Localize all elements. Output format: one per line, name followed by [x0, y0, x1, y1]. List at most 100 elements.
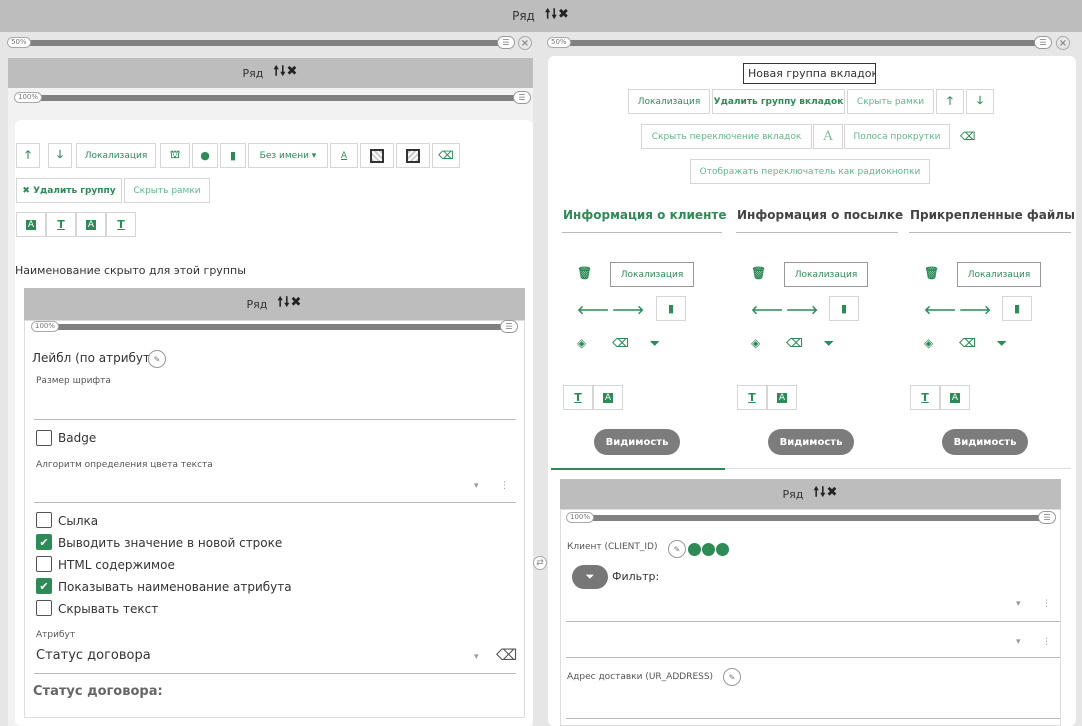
- tab1-text-underline-icon[interactable]: T: [563, 385, 593, 410]
- text-underline-icon[interactable]: T: [46, 212, 76, 237]
- newline-checkbox[interactable]: ✔: [36, 534, 52, 550]
- tab-attached-files[interactable]: Прикрепленные файлы: [910, 208, 1075, 222]
- info-icon[interactable]: ●: [192, 143, 218, 168]
- attribute-chevron-icon[interactable]: ▾: [474, 652, 479, 662]
- right-move-up-button[interactable]: 🡑: [936, 89, 964, 114]
- left-width-bar[interactable]: [8, 40, 513, 46]
- hide-frames-right-button[interactable]: Скрыть рамки: [847, 89, 934, 114]
- hide-tab-switch-button[interactable]: Скрыть переключение вкладок: [641, 124, 812, 149]
- arrow-left-icon[interactable]: 🡐: [577, 302, 609, 317]
- filter-toggle-button[interactable]: ⏷: [572, 565, 608, 589]
- eye-slash-icon[interactable]: ◈: [924, 336, 933, 350]
- filter-icon[interactable]: ⏷: [824, 336, 834, 351]
- tab3-lock-icon[interactable]: ▮: [1002, 296, 1032, 321]
- tab1-lock-icon[interactable]: ▮: [656, 296, 686, 321]
- color-algo-chevron-icon[interactable]: ▾: [474, 481, 479, 491]
- eye-slash-icon[interactable]: ◈: [577, 336, 586, 350]
- filter-chevron-icon[interactable]: ▾: [1016, 599, 1021, 609]
- right-move-down-button[interactable]: 🡓: [966, 89, 994, 114]
- filter-icon[interactable]: ⏷: [997, 336, 1007, 351]
- tab3-text-style-icon[interactable]: A: [940, 385, 970, 410]
- left-close-icon[interactable]: ×: [518, 36, 532, 50]
- attribute-select[interactable]: [34, 673, 516, 674]
- filter-menu-icon[interactable]: ⋮: [1042, 599, 1051, 609]
- move-delete-icons[interactable]: 🠕🠗✖: [545, 5, 570, 27]
- tab2-lock-icon[interactable]: ▮: [829, 296, 859, 321]
- color-algo-menu-icon[interactable]: ⋮: [500, 481, 509, 491]
- move-down-button[interactable]: 🡓: [48, 143, 72, 168]
- noname-dropdown[interactable]: Без имени ▾: [248, 143, 328, 168]
- label-underline-icon[interactable]: T: [106, 212, 136, 237]
- right-width-bar[interactable]: [548, 40, 1048, 46]
- tab3-text-underline-icon[interactable]: T: [910, 385, 940, 410]
- tab3-localization-button[interactable]: Локализация: [957, 262, 1041, 287]
- right-menu-icon[interactable]: ☰: [1034, 36, 1052, 49]
- attribute-eraser-icon[interactable]: ⌫: [496, 646, 517, 664]
- address-edit-icon[interactable]: ✎: [723, 668, 741, 686]
- client-edit-icon[interactable]: ✎: [668, 540, 686, 558]
- radio-switch-button[interactable]: Отображать переключатель как радиокнопки: [690, 159, 930, 184]
- trash-icon[interactable]: 🗑: [577, 266, 592, 280]
- trash-icon[interactable]: 🗑: [751, 266, 766, 280]
- move-up-button[interactable]: 🡑: [16, 143, 40, 168]
- show-attr-name-checkbox[interactable]: ✔: [36, 578, 52, 594]
- right-close-icon[interactable]: ×: [1056, 36, 1070, 50]
- arrow-right-icon[interactable]: 🡒: [959, 302, 991, 317]
- left-row-menu-icon[interactable]: ☰: [513, 91, 531, 104]
- arrow-right-icon[interactable]: 🡒: [612, 302, 644, 317]
- tab1-localization-button[interactable]: Локализация: [610, 262, 694, 287]
- tab2-text-underline-icon[interactable]: T: [737, 385, 767, 410]
- right-inner-row-bar[interactable]: [567, 515, 1047, 521]
- filter-icon[interactable]: ⏷: [650, 336, 660, 351]
- html-checkbox[interactable]: [36, 556, 52, 572]
- address-input[interactable]: [566, 718, 1060, 719]
- client-action-icons[interactable]: [688, 543, 729, 556]
- client-select[interactable]: [566, 657, 1060, 658]
- inner-row-menu-icon[interactable]: ☰: [500, 320, 518, 333]
- group-name-input[interactable]: Новая группа вкладок: [743, 63, 876, 84]
- link-icon[interactable]: [688, 543, 701, 556]
- tab3-visibility-button[interactable]: Видимость: [942, 429, 1028, 455]
- trash-icon[interactable]: 🗑: [924, 266, 939, 280]
- font-size-input[interactable]: [34, 419, 516, 420]
- client-menu-icon[interactable]: ⋮: [1042, 637, 1051, 647]
- label-style-icon[interactable]: A: [76, 212, 106, 237]
- attribute-value[interactable]: Статус договора: [36, 648, 151, 663]
- right-inner-row-menu-icon[interactable]: ☰: [1038, 511, 1056, 524]
- text-style-icon[interactable]: A: [16, 212, 46, 237]
- eraser-icon[interactable]: ⌫: [432, 143, 460, 168]
- tab2-text-style-icon[interactable]: A: [767, 385, 797, 410]
- localization-button[interactable]: Локализация: [76, 143, 156, 168]
- eraser-icon[interactable]: ⌫: [959, 336, 976, 350]
- font-color-icon[interactable]: A: [330, 143, 358, 168]
- tab2-localization-button[interactable]: Локализация: [784, 262, 868, 287]
- tab-localization-button[interactable]: Локализация: [628, 89, 710, 114]
- scrollbar-button[interactable]: Полоса прокрутки: [844, 124, 950, 149]
- badge-checkbox[interactable]: [36, 430, 52, 446]
- hide-frames-button[interactable]: Скрыть рамки: [124, 178, 210, 203]
- arrow-left-icon[interactable]: 🡐: [924, 302, 956, 317]
- lock-icon[interactable]: ▮: [220, 143, 246, 168]
- delete-group-button[interactable]: ✖ Удалить группу: [16, 178, 122, 203]
- tab-parcel-info[interactable]: Информация о посылке: [737, 208, 903, 222]
- left-row-bar[interactable]: [16, 95, 516, 101]
- tab1-text-style-icon[interactable]: A: [593, 385, 623, 410]
- share-icon[interactable]: [702, 543, 715, 556]
- arrow-right-icon[interactable]: 🡒: [786, 302, 818, 317]
- font-a-button[interactable]: A: [813, 124, 843, 149]
- client-chevron-icon[interactable]: ▾: [1016, 637, 1021, 647]
- tab2-visibility-button[interactable]: Видимость: [768, 429, 854, 455]
- left-menu-icon[interactable]: ☰: [497, 36, 515, 49]
- hide-text-checkbox[interactable]: [36, 600, 52, 616]
- eraser-icon[interactable]: ⌫: [786, 336, 803, 350]
- move-delete-icons[interactable]: 🠕🠗✖: [277, 293, 302, 315]
- inner-row-bar[interactable]: [32, 324, 512, 330]
- link-checkbox[interactable]: [36, 512, 52, 528]
- binoculars-icon[interactable]: ⛫: [160, 143, 190, 168]
- tab1-visibility-button[interactable]: Видимость: [594, 429, 680, 455]
- eraser-icon[interactable]: ⌫: [612, 336, 629, 350]
- tab-client-info[interactable]: Информация о клиенте: [563, 208, 726, 222]
- move-delete-icons[interactable]: 🠕🠗✖: [273, 62, 298, 84]
- edit-icon[interactable]: ✎: [148, 350, 166, 368]
- background-pattern-icon[interactable]: [360, 143, 394, 168]
